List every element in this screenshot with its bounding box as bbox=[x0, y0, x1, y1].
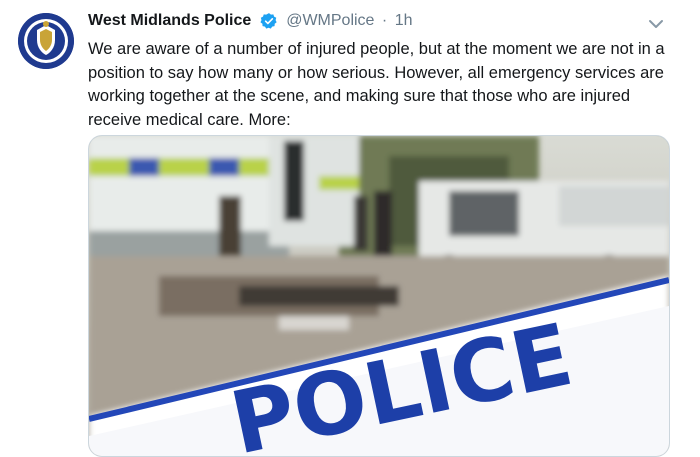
tweet[interactable]: West Midlands Police @WMPolice · 1h We a… bbox=[0, 0, 700, 457]
author-name[interactable]: West Midlands Police bbox=[88, 12, 251, 29]
author-handle[interactable]: @WMPolice bbox=[286, 12, 374, 29]
verified-badge-icon bbox=[260, 13, 277, 29]
tweet-media-photo[interactable]: POLICE bbox=[88, 135, 670, 457]
avatar[interactable] bbox=[18, 13, 74, 69]
timestamp[interactable]: 1h bbox=[395, 12, 413, 29]
police-crest-icon bbox=[18, 13, 74, 69]
tweet-text: We are aware of a number of injured peop… bbox=[88, 40, 665, 129]
chevron-down-icon[interactable] bbox=[646, 14, 666, 34]
police-tape-photo: POLICE bbox=[89, 136, 669, 456]
separator-dot: · bbox=[381, 12, 388, 29]
tweet-header: West Midlands Police @WMPolice · 1h bbox=[88, 12, 660, 36]
